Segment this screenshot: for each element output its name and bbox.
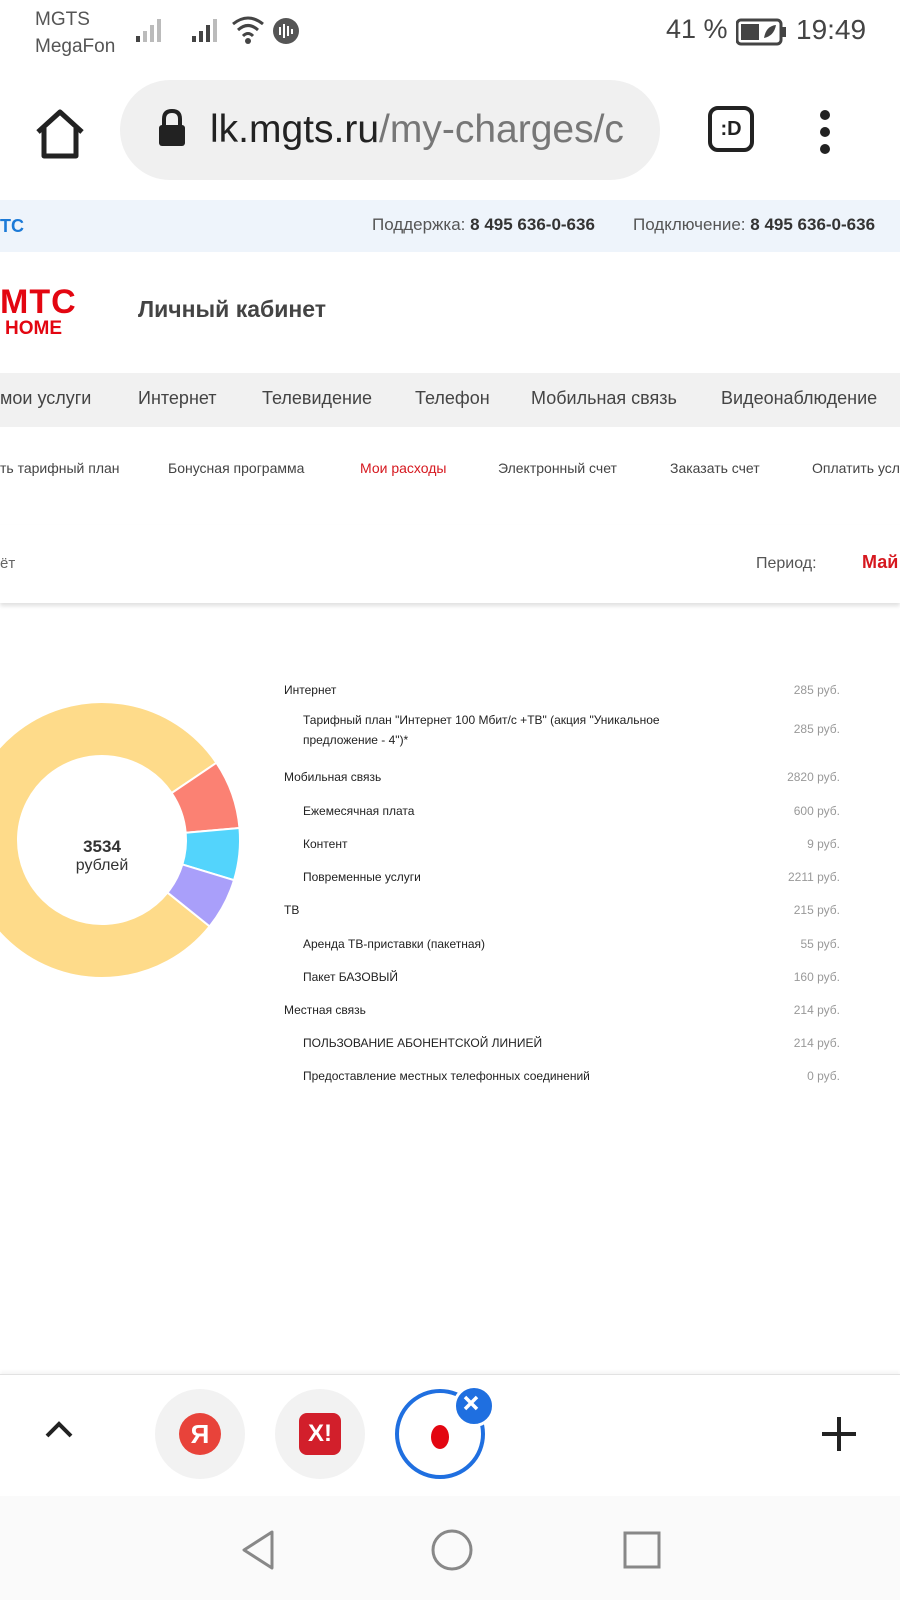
- support-info: Поддержка: 8 495 636-0-636: [372, 215, 595, 235]
- subnav-order-bill[interactable]: Заказать счет: [670, 460, 760, 476]
- clock: 19:49: [796, 14, 867, 45]
- audio-icon: [273, 18, 299, 44]
- subnav-pay[interactable]: Оплатить усл: [812, 460, 900, 476]
- lock-icon: [159, 108, 185, 146]
- logo-mts[interactable]: МТС: [0, 283, 77, 322]
- breakdown-name: Контент: [303, 837, 348, 851]
- page-title: Личный кабинет: [138, 296, 326, 322]
- connect-label: Подключение:: [633, 215, 746, 234]
- browser-toolbar: lk.mgts.ru/my-charges/c :D: [0, 64, 900, 199]
- breakdown-name: Мобильная связь: [284, 770, 382, 784]
- breakdown-name: Местная связь: [284, 1003, 366, 1017]
- period-selector[interactable]: Май: [862, 552, 898, 573]
- nav-phone[interactable]: Телефон: [415, 388, 490, 409]
- home-circle-icon[interactable]: [430, 1528, 474, 1572]
- tab-xda[interactable]: X!: [275, 1389, 365, 1479]
- subnav-my-charges[interactable]: Мои расходы: [360, 460, 446, 476]
- breakdown-name: Ежемесячная плата: [303, 804, 415, 818]
- period-bar: ёт Период: Май: [0, 525, 900, 603]
- breakdown-amount: 285 руб.: [793, 683, 840, 697]
- support-phone[interactable]: 8 495 636-0-636: [470, 215, 595, 234]
- breakdown-amount: 9 руб.: [807, 837, 840, 851]
- breakdown-amount: 0 руб.: [807, 1069, 840, 1083]
- plus-icon[interactable]: [820, 1415, 858, 1453]
- close-tab-button[interactable]: [453, 1385, 495, 1427]
- signal-icon-2: [192, 19, 217, 42]
- browser-bottom-bar: Я X!: [0, 1374, 900, 1497]
- breakdown-name: ПОЛЬЗОВАНИЕ АБОНЕНТСКОЙ ЛИНИЕЙ: [303, 1036, 543, 1050]
- breakdown-amount: 215 руб.: [793, 903, 840, 917]
- breakdown-name: Тарифный план "Интернет 100 Мбит/с +ТВ" …: [303, 713, 660, 747]
- status-bar: MGTS MegaFon 41 % 19:49: [0, 0, 900, 64]
- nav-video[interactable]: Видеонаблюдение: [721, 388, 877, 409]
- url-host: lk.mgts.ru: [210, 108, 380, 151]
- signal-icon-1: [136, 19, 161, 42]
- nav-my-services[interactable]: мои услуги: [0, 388, 91, 409]
- connect-info: Подключение: 8 495 636-0-636: [633, 215, 875, 235]
- carrier-2: MegaFon: [35, 36, 116, 57]
- chevron-up-icon[interactable]: [44, 1419, 74, 1439]
- yandex-icon: Я: [179, 1413, 221, 1455]
- subnav-tariff[interactable]: ть тарифный план: [0, 460, 120, 476]
- donut-total: 3534: [83, 837, 121, 856]
- site-topbar: ТС Поддержка: 8 495 636-0-636 Подключени…: [0, 200, 900, 252]
- connect-phone[interactable]: 8 495 636-0-636: [750, 215, 875, 234]
- wifi-icon: [232, 16, 264, 44]
- subnav-e-bill[interactable]: Электронный счет: [498, 460, 617, 476]
- mts-link[interactable]: ТС: [0, 216, 24, 237]
- breakdown-amount: 2820 руб.: [787, 770, 840, 784]
- home-icon[interactable]: [30, 104, 90, 164]
- breakdown-amount: 600 руб.: [793, 804, 840, 818]
- breakdown-name: Повременные услуги: [303, 870, 421, 884]
- breakdown-amount: 214 руб.: [793, 1036, 840, 1050]
- url-path: /my-charges/c: [379, 108, 624, 151]
- recents-square-icon[interactable]: [622, 1530, 662, 1570]
- system-nav-bar: [0, 1496, 900, 1600]
- tab-switcher-button[interactable]: :D: [708, 106, 754, 152]
- donut-unit: рублей: [75, 857, 129, 874]
- breakdown-name: Аренда ТВ-приставки (пакетная): [303, 937, 486, 951]
- more-vert-icon[interactable]: [818, 108, 832, 156]
- main-nav: мои услуги Интернет Телевидение Телефон …: [0, 373, 900, 427]
- back-triangle-icon[interactable]: [238, 1528, 278, 1572]
- battery-icon: [736, 18, 786, 46]
- breakdown-amount: 160 руб.: [793, 970, 840, 984]
- tab-yandex[interactable]: Я: [155, 1389, 245, 1479]
- subnav-bonus[interactable]: Бонусная программа: [168, 460, 304, 476]
- mts-egg-icon: [431, 1425, 449, 1449]
- breakdown-name: Предоставление местных телефонных соедин…: [303, 1069, 590, 1083]
- breakdown-name: Пакет БАЗОВЫЙ: [303, 970, 398, 984]
- nav-tv[interactable]: Телевидение: [262, 388, 372, 409]
- battery-percent: 41 %: [666, 14, 728, 44]
- url-text[interactable]: lk.mgts.ru/my-charges/c: [210, 108, 640, 152]
- period-label: Период:: [756, 555, 817, 572]
- carrier-labels: MGTS MegaFon: [35, 6, 115, 60]
- breakdown-amount: 285 руб.: [793, 722, 840, 736]
- nav-mobile[interactable]: Мобильная связь: [531, 388, 677, 409]
- breakdown-name: Интернет: [284, 683, 337, 697]
- period-left-label: ёт: [0, 555, 16, 572]
- close-icon: [463, 1395, 479, 1411]
- site-x-icon: X!: [299, 1413, 341, 1455]
- carrier-1: MGTS: [35, 9, 90, 30]
- breakdown-amount: 55 руб.: [800, 937, 840, 951]
- nav-internet[interactable]: Интернет: [138, 388, 217, 409]
- logo-home[interactable]: HOME: [5, 318, 62, 340]
- breakdown-amount: 2211 руб.: [787, 870, 840, 884]
- support-label: Поддержка:: [372, 215, 466, 234]
- breakdown-amount: 214 руб.: [793, 1003, 840, 1017]
- breakdown-name: ТВ: [284, 903, 300, 917]
